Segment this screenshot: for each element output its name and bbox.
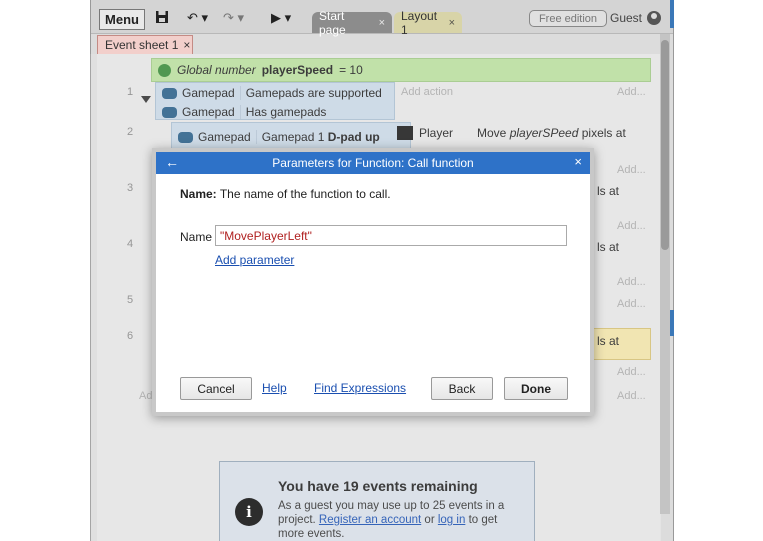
play-icon[interactable]: ▶ ▾ xyxy=(271,10,291,26)
side-accent xyxy=(670,0,674,28)
save-icon[interactable] xyxy=(155,10,169,27)
redo-icon[interactable]: ↷ ▾ xyxy=(223,10,244,26)
user-menu[interactable]: Guest xyxy=(610,11,662,25)
close-icon[interactable]: × xyxy=(183,38,190,52)
help-link[interactable]: Help xyxy=(262,381,287,395)
tab-layout-1[interactable]: Layout 1 × xyxy=(394,9,462,37)
done-button[interactable]: Done xyxy=(504,377,568,400)
menu-button[interactable]: Menu xyxy=(99,9,145,30)
back-button[interactable]: Back xyxy=(431,377,493,400)
dialog-title: Parameters for Function: Call function xyxy=(272,156,474,170)
parameters-dialog: ← Parameters for Function: Call function… xyxy=(152,148,594,416)
add-parameter-link[interactable]: Add parameter xyxy=(215,253,294,267)
side-accent xyxy=(670,310,674,336)
vertical-scrollbar[interactable] xyxy=(660,34,670,514)
toolbar: Menu ↶ ▾ ↷ ▾ ▶ ▾ Start page × Layout 1 ×… xyxy=(91,0,673,37)
name-label: Name xyxy=(180,230,213,244)
free-edition-badge[interactable]: Free edition xyxy=(529,10,607,27)
close-icon[interactable]: × xyxy=(379,17,385,29)
scrollbar-thumb[interactable] xyxy=(661,40,669,250)
close-icon[interactable]: × xyxy=(449,17,455,29)
close-icon[interactable]: × xyxy=(574,154,582,169)
name-input[interactable] xyxy=(215,225,567,246)
user-avatar-icon xyxy=(647,11,662,25)
undo-icon[interactable]: ↶ ▾ xyxy=(187,10,208,26)
parameter-description: Name: The name of the function to call. xyxy=(180,187,391,201)
find-expressions-link[interactable]: Find Expressions xyxy=(314,381,406,395)
back-arrow-icon[interactable]: ← xyxy=(165,154,179,170)
dialog-header: ← Parameters for Function: Call function… xyxy=(156,152,590,174)
tab-event-sheet-1[interactable]: Event sheet 1 × xyxy=(97,35,193,54)
cancel-button[interactable]: Cancel xyxy=(180,377,252,400)
tab-start-page[interactable]: Start page × xyxy=(312,9,392,37)
user-name: Guest xyxy=(610,11,643,25)
